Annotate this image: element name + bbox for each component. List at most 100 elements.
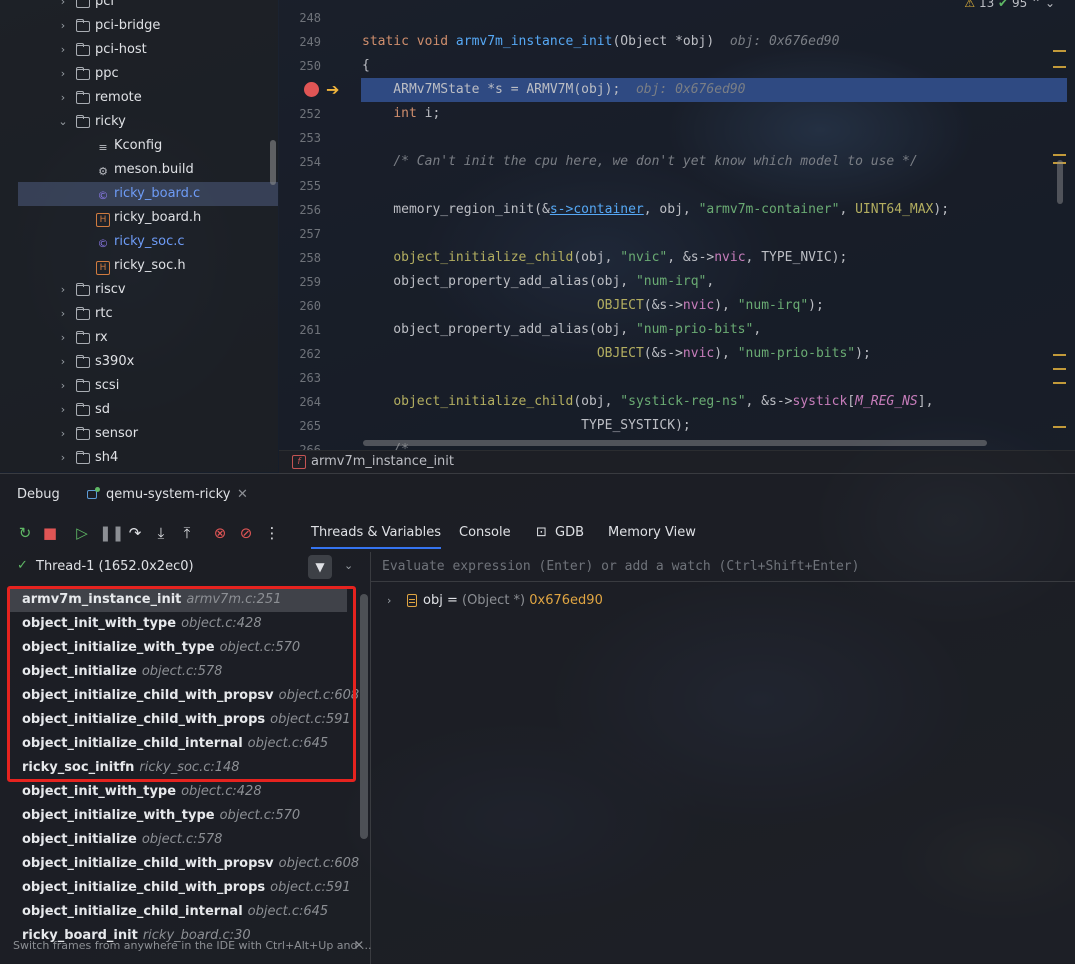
code-line[interactable]: object_property_add_alias(obj, "num-irq"… <box>362 270 714 294</box>
line-number[interactable]: 266 <box>279 438 321 450</box>
tab-gdb[interactable]: GDB <box>555 525 584 540</box>
code-line[interactable]: OBJECT(&s->nvic), "num-prio-bits"); <box>362 342 871 366</box>
mute-breakpoints-icon[interactable]: ⊘ <box>236 521 256 545</box>
tree-item-ricky-soc-c[interactable]: © ricky_soc.c <box>0 230 278 254</box>
stack-frame[interactable]: object_initialize_child_with_props object… <box>9 708 354 732</box>
chevron-right-icon[interactable]: › <box>58 0 68 14</box>
line-number[interactable]: 253 <box>279 126 321 150</box>
tab-threads-variables[interactable]: Threads & Variables <box>311 525 442 549</box>
tree-item-meson-build[interactable]: ⚙ meson.build <box>0 158 278 182</box>
tree-item-ricky-board-c[interactable]: © ricky_board.c <box>18 182 278 206</box>
stack-frame[interactable]: object_initialize object.c:578 <box>9 828 354 852</box>
tree-item-s390x[interactable]: › s390x <box>0 350 278 374</box>
chevron-up-icon[interactable]: ⌃ <box>1031 0 1041 10</box>
chevron-right-icon[interactable]: › <box>58 446 68 470</box>
gutter-mark[interactable] <box>1053 50 1066 52</box>
chevron-down-icon[interactable]: ⌄ <box>344 559 353 572</box>
tree-item-ricky-soc-h[interactable]: Hricky_soc.h <box>0 254 278 278</box>
panel-divider[interactable] <box>370 552 371 964</box>
resume-icon[interactable]: ▷ <box>72 521 92 545</box>
rerun-icon[interactable]: ↻ <box>15 521 35 545</box>
evaluate-expression-input[interactable] <box>371 552 1075 582</box>
stack-frame[interactable]: object_initialize_child_internal object.c… <box>9 900 354 924</box>
code-line[interactable]: object_initialize_child(obj, "systick-re… <box>362 390 933 414</box>
chevron-down-icon[interactable]: ⌄ <box>1045 0 1055 10</box>
stack-frame[interactable]: object_initialize_child_internal object.c… <box>9 732 354 756</box>
close-tip-icon[interactable]: ✕ <box>354 938 364 952</box>
chevron-right-icon[interactable]: › <box>58 62 68 86</box>
tree-item-sh4[interactable]: › sh4 <box>0 446 278 470</box>
tree-item-scsi[interactable]: › scsi <box>0 374 278 398</box>
gutter-mark[interactable] <box>1053 368 1066 370</box>
tree-item-rx[interactable]: › rx <box>0 326 278 350</box>
chevron-right-icon[interactable]: › <box>58 422 68 446</box>
tree-item-riscv[interactable]: › riscv <box>0 278 278 302</box>
line-number[interactable]: 254 <box>279 150 321 174</box>
tree-scrollbar[interactable] <box>270 140 276 185</box>
code-line[interactable]: OBJECT(&s->nvic), "num-irq"); <box>362 294 824 318</box>
tree-item-remote[interactable]: › remote <box>0 86 278 110</box>
line-number[interactable]: 264 <box>279 390 321 414</box>
chevron-right-icon[interactable]: › <box>58 38 68 62</box>
filter-icon[interactable]: ▼ <box>308 555 332 579</box>
line-number[interactable]: 259 <box>279 270 321 294</box>
code-line[interactable]: static void armv7m_instance_init(Object … <box>362 30 839 54</box>
chevron-down-icon[interactable]: ⌄ <box>58 110 68 134</box>
line-number[interactable]: 265 <box>279 414 321 438</box>
code-editor[interactable]: ➔ ⚠ 13 ✔ 95 ⌃ ⌄ 248 249 static void armv7m… <box>279 0 1075 450</box>
tree-item-ricky-board-h[interactable]: Hricky_board.h <box>0 206 278 230</box>
code-line[interactable]: ARMv7MState *s = ARMV7M(obj); obj: 0x676… <box>362 78 745 102</box>
code-line[interactable]: object_initialize_child(obj, "nvic", &s-… <box>362 246 847 270</box>
step-out-icon[interactable]: ⤒ <box>177 521 197 545</box>
line-number[interactable]: 257 <box>279 222 321 246</box>
editor-horizontal-scrollbar[interactable] <box>363 440 987 446</box>
line-number[interactable]: 255 <box>279 174 321 198</box>
chevron-right-icon[interactable]: › <box>58 278 68 302</box>
code-line[interactable]: TYPE_SYSTICK); <box>362 414 691 438</box>
chevron-right-icon[interactable]: › <box>58 350 68 374</box>
chevron-right-icon[interactable]: › <box>58 398 68 422</box>
stack-frame[interactable]: object_initialize object.c:578 <box>9 660 354 684</box>
close-tab-icon[interactable]: ✕ <box>237 487 248 502</box>
tree-item-sd[interactable]: › sd <box>0 398 278 422</box>
stack-frame[interactable]: object_initialize_child_with_propsv objec… <box>9 852 359 876</box>
code-line[interactable]: memory_region_init(&s->container, obj, "… <box>362 198 949 222</box>
line-number[interactable]: 252 <box>279 102 321 126</box>
tree-item-pci-host[interactable]: › pci-host <box>0 38 278 62</box>
chevron-right-icon[interactable]: › <box>58 326 68 350</box>
stack-frame[interactable]: ricky_soc_initfn ricky_soc.c:148 <box>9 756 354 780</box>
tab-memory-view[interactable]: Memory View <box>608 525 696 540</box>
tree-item-pci[interactable]: › pci <box>0 0 278 14</box>
view-breakpoints-icon[interactable]: ⊗ <box>210 521 230 545</box>
frames-scrollbar[interactable] <box>360 594 368 839</box>
stack-frame[interactable]: object_init_with_type object.c:428 <box>9 780 354 804</box>
gutter-mark[interactable] <box>1053 154 1066 156</box>
tree-item-pci-bridge[interactable]: › pci-bridge <box>0 14 278 38</box>
stack-frame[interactable]: object_init_with_type object.c:428 <box>9 612 354 636</box>
step-into-icon[interactable]: ⤓ <box>151 521 171 545</box>
step-over-icon[interactable]: ↷ <box>125 521 145 545</box>
code-line[interactable]: /* Can't init the cpu here, we don't yet… <box>362 150 917 174</box>
breadcrumb-label[interactable]: armv7m_instance_init <box>311 454 454 469</box>
gutter-mark[interactable] <box>1053 382 1066 384</box>
line-number[interactable]: 262 <box>279 342 321 366</box>
editor-vertical-scrollbar[interactable] <box>1057 160 1063 204</box>
stop-icon[interactable]: ■ <box>40 521 60 545</box>
tree-item-kconfig[interactable]: ≡ Kconfig <box>0 134 278 158</box>
code-line[interactable]: object_property_add_alias(obj, "num-prio… <box>362 318 761 342</box>
editor-breadcrumb[interactable]: f armv7m_instance_init <box>279 450 1075 473</box>
thread-selector[interactable]: ✓ Thread-1 (1652.0x2ec0) ▼ ⌄ <box>0 552 370 582</box>
chevron-right-icon[interactable]: › <box>58 86 68 110</box>
line-number[interactable]: 250 <box>279 54 321 78</box>
tab-console[interactable]: Console <box>459 525 511 540</box>
tree-item-ricky[interactable]: ⌄ ricky <box>0 110 278 134</box>
chevron-right-icon[interactable]: › <box>58 302 68 326</box>
tree-item-sensor[interactable]: › sensor <box>0 422 278 446</box>
line-number[interactable]: 260 <box>279 294 321 318</box>
code-line[interactable]: int i; <box>362 102 440 126</box>
chevron-right-icon[interactable]: › <box>58 374 68 398</box>
line-number[interactable]: 258 <box>279 246 321 270</box>
tree-item-ppc[interactable]: › ppc <box>0 62 278 86</box>
gutter-mark[interactable] <box>1053 426 1066 428</box>
code-line[interactable]: { <box>362 54 370 78</box>
